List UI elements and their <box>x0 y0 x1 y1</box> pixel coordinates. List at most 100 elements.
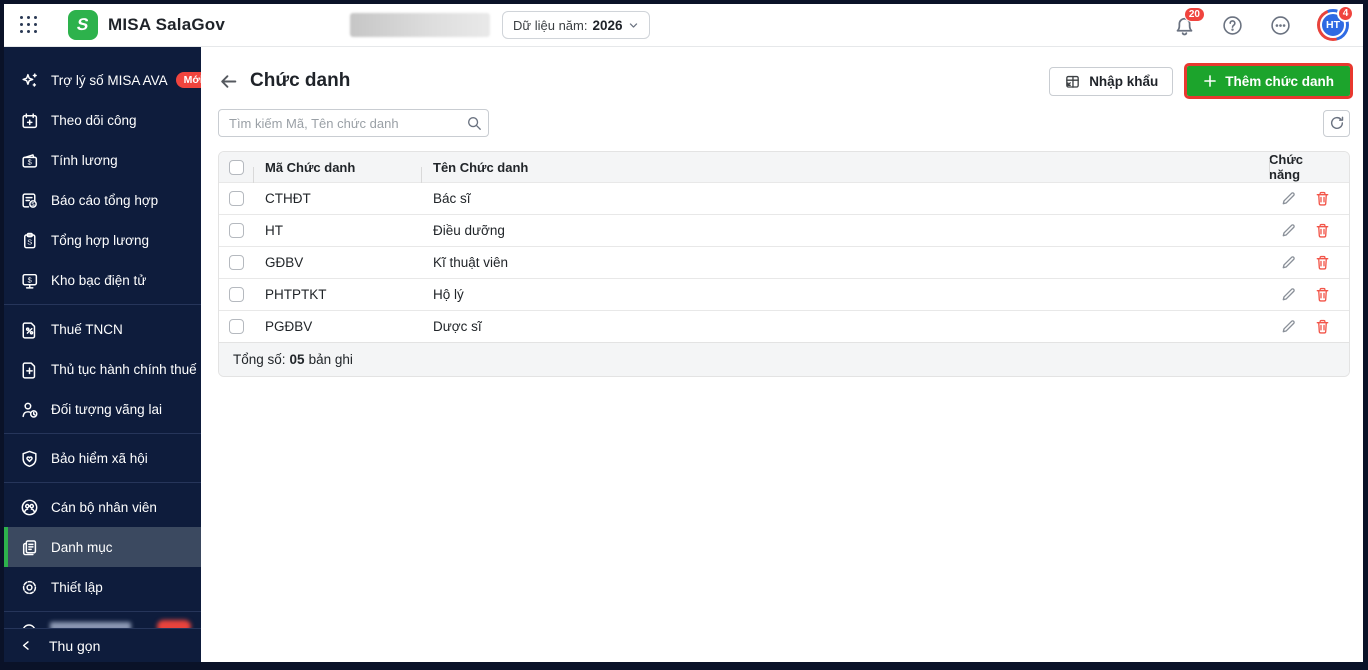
sidebar-item-clipped[interactable] <box>4 616 201 628</box>
sidebar-item-label: Tổng hợp lương <box>51 232 150 248</box>
import-button[interactable]: Nhập khẩu <box>1049 66 1174 96</box>
row-checkbox[interactable] <box>228 255 244 270</box>
sidebar-item-label: Thủ tục hành chính thuế <box>51 361 197 377</box>
sidebar-item-bao-cao-tong-hop[interactable]: $ Báo cáo tổng hợp <box>4 180 201 220</box>
add-chuc-danh-button[interactable]: Thêm chức danh <box>1184 63 1353 99</box>
report-icon: $ <box>20 191 39 210</box>
search-input[interactable] <box>219 115 460 131</box>
doc-percent-icon <box>20 320 39 339</box>
sidebar-nav: Trợ lý số MISA AVA Mới Theo dõi công $ T… <box>4 47 201 628</box>
avatar-badge: 4 <box>1337 5 1354 22</box>
sidebar-item-theo-doi-cong[interactable]: Theo dõi công <box>4 100 201 140</box>
search-icon[interactable] <box>460 115 488 131</box>
table-row: GĐBV Kĩ thuật viên <box>219 246 1349 278</box>
total-label: Tổng số: <box>233 352 286 367</box>
sidebar-collapse-button[interactable]: Thu gọn <box>4 628 201 662</box>
edit-icon[interactable] <box>1279 190 1297 208</box>
toolbar <box>218 109 1350 137</box>
year-selector[interactable]: Dữ liệu năm: 2026 <box>502 11 650 39</box>
main-content: Chức danh Nhập khẩu Thêm chức danh Tìm k… <box>201 47 1363 662</box>
select-all-checkbox[interactable] <box>228 159 244 175</box>
row-checkbox[interactable] <box>228 287 244 302</box>
table-row: CTHĐT Bác sĩ <box>219 182 1349 214</box>
app-grid-icon[interactable] <box>20 16 38 34</box>
arrow-left-icon <box>219 72 238 91</box>
sidebar-item-label: Tính lương <box>51 152 118 168</box>
sidebar-item-label: Đối tượng vãng lai <box>51 401 162 417</box>
sidebar-item-danh-muc[interactable]: Danh mục <box>4 527 201 567</box>
window-frame: S MISA SalaGov Dữ liệu năm: 2026 20 HT 4… <box>0 0 1368 670</box>
page-title: Chức danh <box>250 70 351 91</box>
delete-icon[interactable] <box>1313 318 1331 336</box>
refresh-button[interactable] <box>1323 109 1350 137</box>
documents-icon <box>20 538 39 557</box>
notifications-button[interactable]: 20 <box>1173 7 1205 36</box>
edit-icon[interactable] <box>1279 318 1297 336</box>
table-row: PGĐBV Dược sĩ <box>219 310 1349 342</box>
row-code: PHTPTKT <box>265 287 327 302</box>
delete-icon[interactable] <box>1313 254 1331 272</box>
delete-icon[interactable] <box>1313 286 1331 304</box>
column-header-code: Mã Chức danh <box>265 159 356 175</box>
row-code: CTHĐT <box>265 191 311 206</box>
person-clock-icon <box>20 400 39 419</box>
app-title: MISA SalaGov <box>108 15 226 34</box>
column-header-name: Tên Chức danh <box>433 159 529 175</box>
svg-text:S: S <box>27 237 32 246</box>
sidebar-item-thue-tncn[interactable]: Thuế TNCN <box>4 309 201 349</box>
chevron-left-icon <box>20 639 33 652</box>
row-checkbox[interactable] <box>228 319 244 334</box>
notification-badge: 20 <box>1183 7 1205 22</box>
sidebar-item-doi-tuong-vang-lai[interactable]: Đối tượng vãng lai <box>4 389 201 429</box>
table-footer: Tổng số: 05 bản ghi <box>219 342 1349 376</box>
help-button[interactable] <box>1221 14 1243 36</box>
topbar-actions: 20 HT 4 <box>1173 5 1354 41</box>
refresh-icon <box>1329 115 1345 131</box>
year-selector-value: 2026 <box>592 17 623 33</box>
sidebar-divider <box>4 304 201 305</box>
svg-text:$: $ <box>28 157 32 166</box>
sidebar-item-label: Danh mục <box>51 539 113 555</box>
sidebar-item-label: Bảo hiểm xã hội <box>51 450 148 466</box>
sidebar-divider <box>4 482 201 483</box>
clipboard-icon: S <box>20 231 39 250</box>
row-name: Dược sĩ <box>433 319 482 334</box>
edit-icon[interactable] <box>1279 222 1297 240</box>
clipped-badge-blur <box>157 620 191 628</box>
table-row: HT Điều dưỡng <box>219 214 1349 246</box>
sidebar-item-label: Thiết lập <box>51 579 103 595</box>
more-options-button[interactable] <box>1269 14 1291 36</box>
add-button-label: Thêm chức danh <box>1225 73 1334 89</box>
row-name: Bác sĩ <box>433 191 471 206</box>
sidebar-item-can-bo-nhan-vien[interactable]: Cán bộ nhân viên <box>4 487 201 527</box>
user-avatar[interactable]: HT 4 <box>1317 5 1354 41</box>
sidebar-item-tinh-luong[interactable]: $ Tính lương <box>4 140 201 180</box>
svg-text:$: $ <box>28 275 32 284</box>
sidebar-item-tro-ly-so[interactable]: Trợ lý số MISA AVA Mới <box>4 60 201 100</box>
clipped-label-blur <box>50 622 132 628</box>
row-checkbox[interactable] <box>228 191 244 206</box>
back-button[interactable] <box>218 71 238 91</box>
redacted-org-name <box>350 13 491 37</box>
row-name: Điều dưỡng <box>433 223 505 238</box>
sidebar-item-thiet-lap[interactable]: Thiết lập <box>4 567 201 607</box>
sidebar-item-label: Theo dõi công <box>51 112 137 128</box>
sidebar-item-label: Thuế TNCN <box>51 321 123 337</box>
plus-icon <box>1203 74 1217 88</box>
sidebar-item-bhxh[interactable]: Bảo hiểm xã hội <box>4 438 201 478</box>
edit-icon[interactable] <box>1279 254 1297 272</box>
row-name: Hộ lý <box>433 287 464 302</box>
table-row: PHTPTKT Hộ lý <box>219 278 1349 310</box>
search-box <box>218 109 489 137</box>
calendar-plus-icon <box>20 111 39 130</box>
delete-icon[interactable] <box>1313 222 1331 240</box>
sidebar-item-tong-hop-luong[interactable]: S Tổng hợp lương <box>4 220 201 260</box>
edit-icon[interactable] <box>1279 286 1297 304</box>
row-checkbox[interactable] <box>228 223 244 238</box>
table-header: Mã Chức danh Tên Chức danh Chức năng <box>219 152 1349 183</box>
row-code: GĐBV <box>265 255 304 270</box>
sidebar-item-kho-bac[interactable]: $ Kho bạc điện tử <box>4 260 201 300</box>
sidebar-item-thu-tuc-thue[interactable]: Thủ tục hành chính thuế <box>4 349 201 389</box>
sidebar-item-label: Báo cáo tổng hợp <box>51 192 159 208</box>
delete-icon[interactable] <box>1313 190 1331 208</box>
